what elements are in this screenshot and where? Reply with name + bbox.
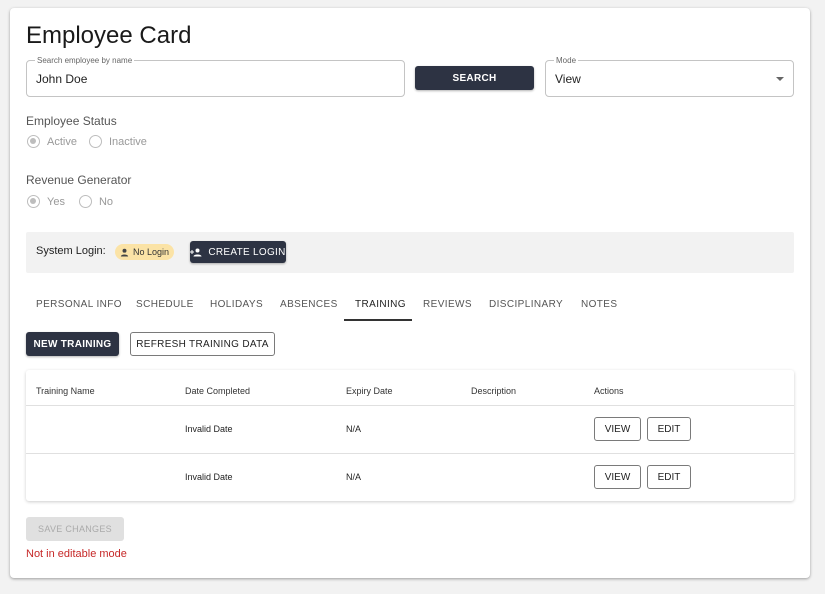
person-icon: [120, 248, 129, 257]
mode-select-value: View: [555, 72, 581, 86]
person-add-icon: [190, 248, 202, 256]
system-login-bar: System Login: No Login CREATE LOGIN: [26, 232, 794, 273]
search-input-label: Search employee by name: [35, 55, 135, 66]
tab-reviews[interactable]: REVIEWS: [423, 299, 472, 310]
training-table: Training Name Date Completed Expiry Date…: [26, 370, 794, 501]
column-header-actions: Actions: [594, 386, 624, 396]
create-login-button[interactable]: CREATE LOGIN: [190, 241, 286, 263]
tab-notes[interactable]: NOTES: [581, 299, 617, 310]
tab-personal-info[interactable]: PERSONAL INFO: [36, 299, 122, 310]
revenue-generator-label: Revenue Generator: [26, 173, 132, 187]
employee-card: Employee Card Search employee by name Jo…: [10, 8, 810, 578]
column-header-description: Description: [471, 386, 517, 396]
column-header-date-completed: Date Completed: [185, 386, 251, 396]
view-button[interactable]: VIEW: [594, 417, 641, 441]
page-title: Employee Card: [26, 22, 192, 49]
save-changes-button[interactable]: SAVE CHANGES: [26, 517, 124, 541]
view-button[interactable]: VIEW: [594, 465, 641, 489]
radio-inactive-label: Inactive: [108, 135, 147, 148]
radio-yes-label: Yes: [47, 195, 65, 208]
table-row: Invalid Date N/A VIEW EDIT: [26, 406, 794, 453]
radio-no-label: No: [98, 195, 114, 208]
tab-holidays[interactable]: HOLIDAYS: [210, 299, 263, 310]
no-login-badge-label: No Login: [133, 247, 170, 257]
search-input[interactable]: Search employee by name John Doe: [26, 55, 405, 97]
mode-select-label: Mode: [554, 55, 579, 66]
radio-inactive[interactable]: [88, 135, 102, 148]
tab-absences[interactable]: ABSENCES: [280, 299, 338, 310]
edit-button[interactable]: EDIT: [647, 417, 691, 441]
radio-no[interactable]: [78, 195, 92, 208]
error-text: Not in editable mode: [26, 548, 127, 560]
column-header-training-name: Training Name: [36, 386, 95, 396]
edit-button[interactable]: EDIT: [647, 465, 691, 489]
employee-status-group: Active Inactive: [27, 135, 147, 148]
chevron-down-icon: [776, 77, 784, 81]
radio-active[interactable]: [27, 135, 40, 148]
cell-expiry-date: N/A: [346, 424, 362, 434]
cell-date-completed: Invalid Date: [185, 424, 233, 434]
table-row: Invalid Date N/A VIEW EDIT: [26, 454, 794, 501]
system-login-label: System Login:: [36, 245, 106, 257]
refresh-training-button[interactable]: REFRESH TRAINING DATA: [130, 332, 275, 356]
cell-date-completed: Invalid Date: [185, 472, 233, 482]
column-header-expiry-date: Expiry Date: [346, 386, 393, 396]
active-tab-indicator: [344, 319, 412, 321]
tab-schedule[interactable]: SCHEDULE: [136, 299, 194, 310]
radio-yes[interactable]: [27, 195, 40, 208]
search-input-value: John Doe: [36, 72, 88, 86]
employee-status-label: Employee Status: [26, 114, 117, 128]
tab-training[interactable]: TRAINING: [355, 299, 406, 310]
create-login-label: CREATE LOGIN: [208, 246, 286, 258]
new-training-button[interactable]: NEW TRAINING: [26, 332, 119, 356]
search-button[interactable]: SEARCH: [415, 66, 534, 90]
radio-active-label: Active: [47, 135, 77, 148]
revenue-generator-group: Yes No: [27, 195, 113, 208]
no-login-badge: No Login: [115, 244, 175, 260]
tab-disciplinary[interactable]: DISCIPLINARY: [489, 299, 563, 310]
mode-select[interactable]: Mode View: [545, 55, 794, 97]
cell-expiry-date: N/A: [346, 472, 362, 482]
